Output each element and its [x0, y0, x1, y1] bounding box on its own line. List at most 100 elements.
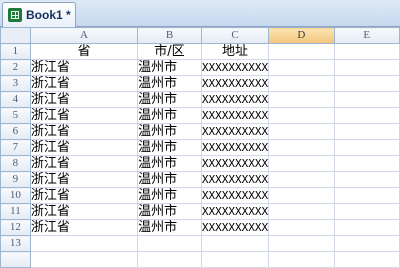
cell-e[interactable] [333, 219, 400, 236]
row-header[interactable]: 12 [0, 219, 31, 236]
cell-b[interactable]: 温州市 [137, 107, 202, 124]
cell-e[interactable] [333, 91, 400, 108]
cell-c[interactable]: XXXXXXXXXX [200, 59, 270, 76]
cell-d[interactable] [268, 187, 335, 204]
table-row: 11 浙江省 温州市 XXXXXXXXXX [0, 203, 400, 220]
cell-e[interactable] [333, 75, 400, 92]
table-row: 4 浙江省 温州市 XXXXXXXXXX [0, 91, 400, 108]
cell-d[interactable] [268, 171, 335, 188]
row-header[interactable]: 10 [0, 187, 31, 204]
row-header[interactable]: 11 [0, 203, 31, 220]
cell-b[interactable]: 温州市 [137, 75, 202, 92]
cell-c[interactable]: XXXXXXXXXX [200, 203, 270, 220]
cell-e[interactable] [333, 59, 400, 76]
row-header[interactable]: 8 [0, 155, 31, 172]
cell-d[interactable] [268, 43, 335, 60]
table-row [0, 251, 400, 268]
table-row: 5 浙江省 温州市 XXXXXXXXXX [0, 107, 400, 124]
cell-c[interactable]: XXXXXXXXXX [200, 123, 270, 140]
cell-c[interactable]: XXXXXXXXXX [200, 139, 270, 156]
cell-e[interactable] [333, 235, 400, 252]
row-header[interactable]: 5 [0, 107, 31, 124]
cell-a[interactable]: 省 [29, 43, 139, 60]
row-header[interactable]: 3 [0, 75, 31, 92]
cell-d[interactable] [268, 235, 335, 252]
row-header[interactable]: 7 [0, 139, 31, 156]
column-header-a[interactable]: A [29, 27, 139, 44]
cell-c[interactable]: XXXXXXXXXX [200, 91, 270, 108]
cell-b[interactable]: 温州市 [137, 155, 202, 172]
cell-b[interactable]: 市/区 [137, 43, 202, 60]
cell-d[interactable] [268, 139, 335, 156]
cell-a[interactable]: 浙江省 [29, 155, 139, 172]
row-header[interactable]: 4 [0, 91, 31, 108]
cell-e[interactable] [333, 187, 400, 204]
row-header[interactable]: 1 [0, 43, 31, 60]
cell-a[interactable]: 浙江省 [29, 75, 139, 92]
cell-a[interactable]: 浙江省 [29, 219, 139, 236]
cell-e[interactable] [333, 43, 400, 60]
cell-d[interactable] [268, 123, 335, 140]
cell-e[interactable] [333, 155, 400, 172]
cell-b[interactable]: 温州市 [137, 171, 202, 188]
cell-c[interactable]: XXXXXXXXXX [200, 219, 270, 236]
cell-b[interactable]: 温州市 [137, 123, 202, 140]
cell-b[interactable]: 温州市 [137, 187, 202, 204]
cell-a[interactable]: 浙江省 [29, 171, 139, 188]
row-header[interactable]: 2 [0, 59, 31, 76]
cell-c[interactable] [200, 235, 270, 252]
row-header[interactable]: 6 [0, 123, 31, 140]
row-header[interactable]: 13 [0, 235, 31, 252]
cell-b[interactable]: 温州市 [137, 59, 202, 76]
column-header-c[interactable]: C [200, 27, 270, 44]
cell-a[interactable]: 浙江省 [29, 203, 139, 220]
cell-b[interactable]: 温州市 [137, 91, 202, 108]
table-row: 1 省市/区 地址 [0, 43, 400, 60]
cell-a[interactable]: 浙江省 [29, 107, 139, 124]
workbook-tab[interactable]: Book1 * [2, 2, 76, 27]
cell-e[interactable] [333, 139, 400, 156]
cell-c[interactable]: XXXXXXXXXX [200, 187, 270, 204]
cell-a[interactable] [29, 251, 139, 268]
cell-d[interactable] [268, 59, 335, 76]
column-header-e[interactable]: E [333, 27, 400, 44]
cell-b[interactable] [137, 251, 202, 268]
table-row: 12 浙江省 温州市 XXXXXXXXXX [0, 219, 400, 236]
row-header[interactable]: 9 [0, 171, 31, 188]
cell-e[interactable] [333, 203, 400, 220]
column-header-d[interactable]: D [268, 27, 335, 44]
cell-e[interactable] [333, 123, 400, 140]
cell-c[interactable]: XXXXXXXXXX [200, 155, 270, 172]
column-header-b[interactable]: B [137, 27, 202, 44]
cell-c[interactable]: 地址 [200, 43, 270, 60]
cell-c[interactable]: XXXXXXXXXX [200, 75, 270, 92]
cell-d[interactable] [268, 107, 335, 124]
cell-c[interactable] [200, 251, 270, 268]
cell-c[interactable]: XXXXXXXXXX [200, 107, 270, 124]
cell-a[interactable]: 浙江省 [29, 91, 139, 108]
column-header-row: A B C D E [0, 27, 400, 44]
cell-a[interactable] [29, 235, 139, 252]
table-row: 13 [0, 235, 400, 252]
cell-d[interactable] [268, 251, 335, 268]
cell-b[interactable]: 温州市 [137, 139, 202, 156]
cell-c[interactable]: XXXXXXXXXX [200, 171, 270, 188]
cell-a[interactable]: 浙江省 [29, 59, 139, 76]
cell-a[interactable]: 浙江省 [29, 123, 139, 140]
cell-b[interactable]: 温州市 [137, 219, 202, 236]
cell-d[interactable] [268, 203, 335, 220]
cell-e[interactable] [333, 107, 400, 124]
cell-e[interactable] [333, 251, 400, 268]
cell-e[interactable] [333, 171, 400, 188]
cell-d[interactable] [268, 75, 335, 92]
row-header[interactable] [0, 251, 31, 268]
cell-b[interactable]: 温州市 [137, 203, 202, 220]
cell-d[interactable] [268, 219, 335, 236]
cell-d[interactable] [268, 91, 335, 108]
cell-b[interactable] [137, 235, 202, 252]
cell-a[interactable]: 浙江省 [29, 187, 139, 204]
cell-a[interactable]: 浙江省 [29, 139, 139, 156]
cell-d[interactable] [268, 155, 335, 172]
table-row: 9 浙江省 温州市 XXXXXXXXXX [0, 171, 400, 188]
select-all-corner[interactable] [0, 27, 31, 44]
